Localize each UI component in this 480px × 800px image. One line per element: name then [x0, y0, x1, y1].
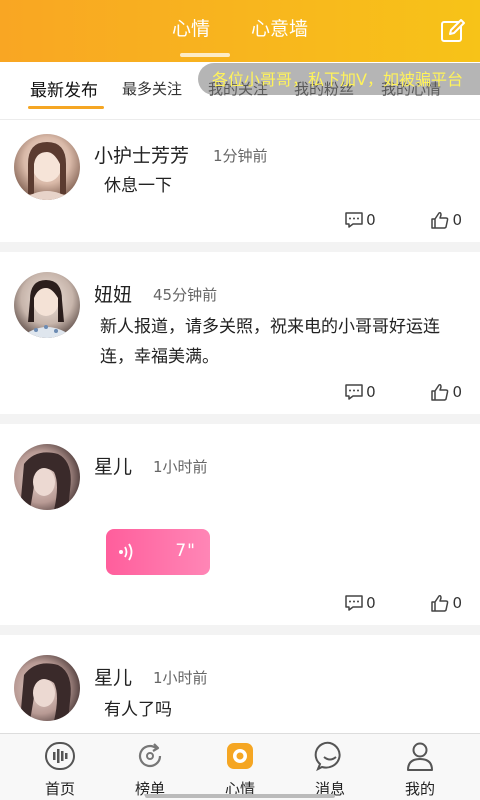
bottom-nav: 首页 榜单 心情 消息 我的	[0, 733, 480, 800]
subtab-most-followed[interactable]: 最多关注	[122, 78, 182, 99]
like-button[interactable]: 0	[430, 211, 462, 229]
comment-count: 0	[366, 594, 376, 612]
like-count: 0	[452, 594, 462, 612]
tab-wish-wall[interactable]: 心意墙	[251, 14, 308, 41]
poster-name: 星儿	[94, 456, 133, 478]
chat-bubble-icon	[314, 741, 341, 772]
notice-marquee: 各位小哥哥，私下加V，如被骗平台	[198, 63, 480, 95]
post-content: 有人了吗	[104, 700, 172, 720]
tab-mood[interactable]: 心情	[172, 14, 230, 57]
comment-icon	[345, 384, 363, 400]
nav-home[interactable]: 首页	[30, 740, 90, 799]
mood-icon	[227, 743, 253, 769]
nav-mood[interactable]: 心情	[210, 740, 270, 799]
nav-ranking[interactable]: 榜单	[120, 740, 180, 799]
thumbs-up-icon	[431, 384, 449, 401]
like-count: 0	[452, 383, 462, 401]
avatar-image	[20, 452, 71, 510]
comment-count: 0	[366, 211, 376, 229]
post-item[interactable]: 妞妞 45分钟前 新人报道，请多关照，祝来电的小哥哥好运连连，幸福美满。 0 0	[0, 252, 480, 424]
voice-duration: 7"	[175, 541, 196, 561]
post-item[interactable]: 星儿 1小时前 有人了吗	[0, 635, 480, 735]
avatar-image	[22, 142, 72, 200]
thumbs-up-icon	[431, 212, 449, 229]
avatar[interactable]	[14, 444, 80, 510]
thumbs-up-icon	[431, 595, 449, 612]
like-button[interactable]: 0	[430, 383, 462, 401]
nav-profile[interactable]: 我的	[390, 740, 450, 799]
like-count: 0	[452, 211, 462, 229]
header-tabs: 心情 心意墙	[0, 14, 480, 57]
poster-name: 星儿	[94, 667, 133, 689]
poster-name: 小护士芳芳	[94, 145, 190, 167]
comment-icon	[345, 595, 363, 611]
poster-name: 妞妞	[94, 284, 133, 306]
nav-label: 我的	[404, 780, 435, 798]
person-icon	[407, 742, 433, 771]
like-button[interactable]: 0	[430, 594, 462, 612]
nav-messages[interactable]: 消息	[300, 740, 360, 799]
post-time: 1小时前	[153, 458, 208, 476]
avatar-image	[20, 280, 74, 338]
post-stats: 0 0	[294, 211, 462, 233]
top-header: 心情 心意墙	[0, 0, 480, 62]
home-indicator	[145, 794, 335, 798]
active-tab-indicator	[28, 106, 104, 109]
voice-wave-icon	[45, 742, 75, 770]
comment-button[interactable]: 0	[344, 594, 376, 612]
post-item[interactable]: 星儿 1小时前 7" 0 0	[0, 424, 480, 635]
edit-icon[interactable]	[440, 18, 466, 44]
post-stats: 0 0	[294, 383, 462, 405]
post-time: 1分钟前	[213, 147, 268, 165]
comment-button[interactable]: 0	[344, 211, 376, 229]
post-stats: 0 0	[294, 594, 462, 616]
post-item[interactable]: 小护士芳芳 1分钟前 休息一下 0 0	[0, 121, 480, 252]
post-time: 45分钟前	[153, 286, 218, 304]
subtab-latest[interactable]: 最新发布	[30, 76, 98, 101]
refresh-icon	[138, 743, 162, 768]
post-content: 休息一下	[104, 176, 172, 196]
post-time: 1小时前	[153, 669, 208, 687]
mood-feed[interactable]: 小护士芳芳 1分钟前 休息一下 0 0 妞妞 45分钟前 新人报道，请多关照，祝…	[0, 121, 480, 735]
sound-wave-icon	[119, 543, 133, 561]
nav-label: 首页	[44, 780, 75, 798]
comment-button[interactable]: 0	[344, 383, 376, 401]
voice-message[interactable]: 7"	[106, 529, 210, 575]
avatar[interactable]	[14, 134, 80, 200]
notice-text: 各位小哥哥，私下加V，如被骗平台	[212, 70, 463, 89]
post-content: 新人报道，请多关照，祝来电的小哥哥好运连连，幸福美满。	[100, 317, 440, 367]
avatar[interactable]	[14, 655, 80, 721]
comment-count: 0	[366, 383, 376, 401]
avatar[interactable]	[14, 272, 80, 338]
avatar-image	[20, 663, 71, 721]
comment-icon	[345, 212, 363, 228]
